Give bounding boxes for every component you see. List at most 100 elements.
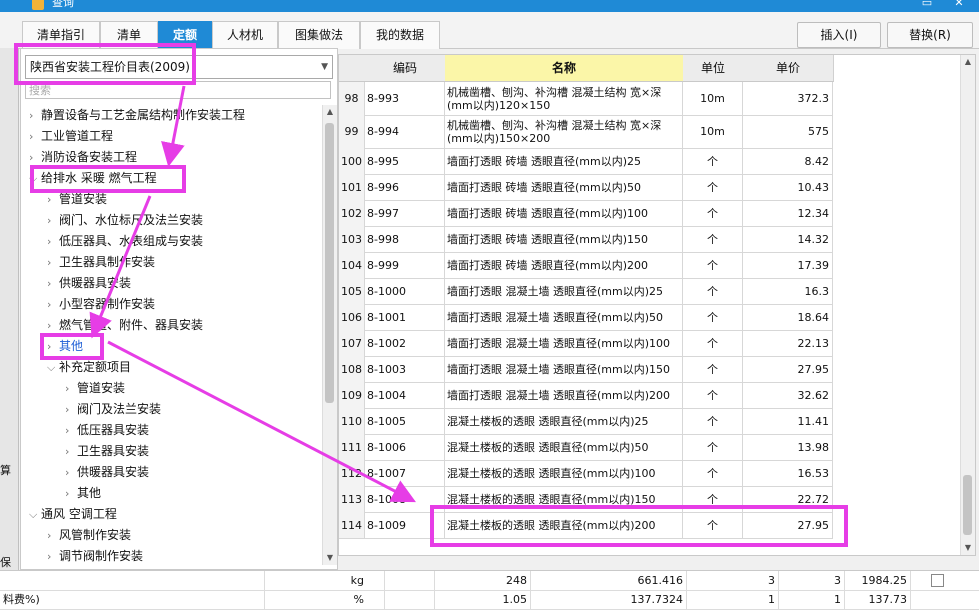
insert-button[interactable]: 插入(I)	[797, 22, 881, 48]
chevron-right-icon[interactable]: ›	[47, 273, 59, 294]
header-unit[interactable]: 单位	[683, 55, 744, 82]
table-row[interactable]: 111 8-1006 混凝土楼板的透眼 透眼直径(mm以内)50 个 13.98	[339, 434, 833, 461]
header-name[interactable]: 名称	[445, 55, 684, 82]
cell-code: 8-1002	[365, 330, 445, 356]
tab-atlas-method[interactable]: 图集做法	[278, 21, 360, 49]
scroll-down-icon[interactable]: ▼	[323, 551, 337, 565]
chevron-down-icon[interactable]: ⌵	[29, 168, 41, 189]
header-code[interactable]: 编码	[365, 55, 446, 82]
tree-node[interactable]: › 卫生器具制作安装	[47, 252, 155, 273]
tree-node[interactable]: › 工业管道工程	[29, 126, 113, 147]
chevron-right-icon[interactable]: ›	[29, 147, 41, 168]
table-row[interactable]: 101 8-996 墙面打透眼 砖墙 透眼直径(mm以内)50 个 10.43	[339, 174, 833, 201]
tree-scrollbar[interactable]: ▲ ▼	[322, 105, 337, 565]
chevron-right-icon[interactable]: ›	[65, 378, 77, 399]
tab-list-guide[interactable]: 清单指引	[22, 21, 100, 49]
table-row[interactable]: 108 8-1003 墙面打透眼 混凝土墙 透眼直径(mm以内)150 个 27.95	[339, 356, 833, 383]
chevron-right-icon[interactable]: ›	[47, 336, 59, 357]
tree-node[interactable]: ⌵ 给排水 采暖 燃气工程	[29, 168, 157, 189]
tree-node[interactable]: ⌵ 通风 空调工程	[29, 504, 117, 525]
tree-node[interactable]: › 燃气管道、附件、器具安装	[47, 315, 203, 336]
tab-quota[interactable]: 定额	[158, 21, 212, 49]
table-row[interactable]: 112 8-1007 混凝土楼板的透眼 透眼直径(mm以内)100 个 16.53	[339, 460, 833, 487]
tree-node[interactable]: ⌵ 补充定额项目	[47, 357, 131, 378]
detail-row[interactable]: 料费%) % 1.05 137.7324 1 1 137.73	[0, 590, 979, 610]
tree-node[interactable]: › 消防设备安装工程	[29, 147, 137, 168]
tree-node[interactable]: › 阀门及法兰安装	[65, 399, 161, 420]
detail-v2: 137.7324	[531, 590, 687, 609]
tree-node[interactable]: › 其他	[47, 336, 83, 357]
table-row[interactable]: 98 8-993 机械凿槽、刨沟、补沟槽 混凝土结构 宽×深(mm以内)120×15…	[339, 82, 833, 116]
chevron-right-icon[interactable]: ›	[29, 126, 41, 147]
table-row[interactable]: 100 8-995 墙面打透眼 砖墙 透眼直径(mm以内)25 个 8.42	[339, 148, 833, 175]
chevron-right-icon[interactable]: ›	[47, 525, 59, 546]
chevron-down-icon[interactable]: ▼	[321, 56, 328, 78]
scroll-up-icon[interactable]: ▲	[323, 105, 337, 119]
scroll-up-icon[interactable]: ▲	[961, 55, 975, 69]
table-row[interactable]: 114 8-1009 混凝土楼板的透眼 透眼直径(mm以内)200 个 27.95	[339, 512, 833, 539]
table-row[interactable]: 107 8-1002 墙面打透眼 混凝土墙 透眼直径(mm以内)100 个 22.13	[339, 330, 833, 357]
chevron-right-icon[interactable]: ›	[47, 546, 59, 565]
detail-row[interactable]: kg 248 661.416 3 3 1984.25	[0, 571, 979, 591]
cell-price: 13.98	[743, 434, 833, 460]
header-price[interactable]: 单价	[743, 55, 834, 82]
table-row[interactable]: 104 8-999 墙面打透眼 砖墙 透眼直径(mm以内)200 个 17.39	[339, 252, 833, 279]
tree-node[interactable]: › 低压器具、水表组成与安装	[47, 231, 203, 252]
tab-my-data[interactable]: 我的数据	[360, 21, 440, 49]
tree-node[interactable]: › 低压器具安装	[65, 420, 149, 441]
cell-code: 8-1001	[365, 304, 445, 330]
table-row[interactable]: 102 8-997 墙面打透眼 砖墙 透眼直径(mm以内)100 个 12.34	[339, 200, 833, 227]
scroll-down-icon[interactable]: ▼	[961, 541, 975, 555]
tree-node[interactable]: › 卫生器具安装	[65, 441, 149, 462]
scroll-thumb[interactable]	[325, 123, 334, 403]
chevron-down-icon[interactable]: ⌵	[47, 357, 59, 378]
tree-node[interactable]: › 风管制作安装	[47, 525, 131, 546]
chevron-down-icon[interactable]: ⌵	[29, 504, 41, 525]
detail-v3: 1	[687, 590, 779, 609]
tree-node[interactable]: › 供暖器具安装	[65, 462, 149, 483]
cell-price: 17.39	[743, 252, 833, 278]
chevron-right-icon[interactable]: ›	[47, 315, 59, 336]
chevron-right-icon[interactable]: ›	[65, 441, 77, 462]
tree-node[interactable]: › 静置设备与工艺金属结构制作安装工程	[29, 105, 245, 126]
tree-node[interactable]: › 管道安装	[65, 378, 125, 399]
price-table-select[interactable]: 陕西省安装工程价目表(2009) ▼	[25, 55, 333, 79]
chevron-right-icon[interactable]: ›	[47, 294, 59, 315]
scroll-thumb[interactable]	[963, 475, 972, 535]
cell-code: 8-1007	[365, 460, 445, 486]
tree-node[interactable]: › 供暖器具安装	[47, 273, 131, 294]
chevron-right-icon[interactable]: ›	[65, 399, 77, 420]
cell-name: 墙面打透眼 砖墙 透眼直径(mm以内)200	[445, 252, 683, 278]
tree-node[interactable]: › 阀门、水位标尺及法兰安装	[47, 210, 203, 231]
chevron-right-icon[interactable]: ›	[47, 252, 59, 273]
search-input[interactable]: 搜索	[25, 81, 331, 99]
table-row[interactable]: 109 8-1004 墙面打透眼 混凝土墙 透眼直径(mm以内)200 个 32.62	[339, 382, 833, 409]
table-row[interactable]: 103 8-998 墙面打透眼 砖墙 透眼直径(mm以内)150 个 14.32	[339, 226, 833, 253]
chevron-right-icon[interactable]: ›	[65, 420, 77, 441]
detail-checkbox[interactable]	[931, 574, 944, 587]
tree-node[interactable]: › 小型容器制作安装	[47, 294, 155, 315]
table-row[interactable]: 105 8-1000 墙面打透眼 混凝土墙 透眼直径(mm以内)25 个 16.3	[339, 278, 833, 305]
cell-price: 27.95	[743, 512, 833, 538]
maximize-icon[interactable]: ▭	[918, 0, 936, 9]
chevron-right-icon[interactable]: ›	[65, 462, 77, 483]
close-icon[interactable]: ✕	[950, 0, 968, 9]
detail-v4: 1	[779, 590, 845, 609]
table-row[interactable]: 106 8-1001 墙面打透眼 混凝土墙 透眼直径(mm以内)50 个 18.64	[339, 304, 833, 331]
tree-node[interactable]: › 调节阀制作安装	[47, 546, 143, 565]
tab-list[interactable]: 清单	[100, 21, 158, 49]
tree-node[interactable]: › 管道安装	[47, 189, 107, 210]
table-row[interactable]: 110 8-1005 混凝土楼板的透眼 透眼直径(mm以内)25 个 11.41	[339, 408, 833, 435]
chevron-right-icon[interactable]: ›	[47, 210, 59, 231]
table-scrollbar[interactable]: ▲ ▼	[960, 55, 975, 555]
table-row[interactable]: 99 8-994 机械凿槽、刨沟、补沟槽 混凝土结构 宽×深(mm以内)150×20…	[339, 115, 833, 149]
chevron-right-icon[interactable]: ›	[65, 483, 77, 504]
tree-node[interactable]: › 其他	[65, 483, 101, 504]
chevron-right-icon[interactable]: ›	[29, 105, 41, 126]
replace-button[interactable]: 替换(R)	[887, 22, 973, 48]
chevron-right-icon[interactable]: ›	[47, 189, 59, 210]
table-row[interactable]: 113 8-1008 混凝土楼板的透眼 透眼直径(mm以内)150 个 22.72	[339, 486, 833, 513]
chevron-right-icon[interactable]: ›	[47, 231, 59, 252]
tab-labor-material[interactable]: 人材机	[212, 21, 278, 49]
tab-bar: 清单指引 清单 定额 人材机 图集做法 我的数据 插入(I) 替换(R)	[0, 12, 979, 49]
